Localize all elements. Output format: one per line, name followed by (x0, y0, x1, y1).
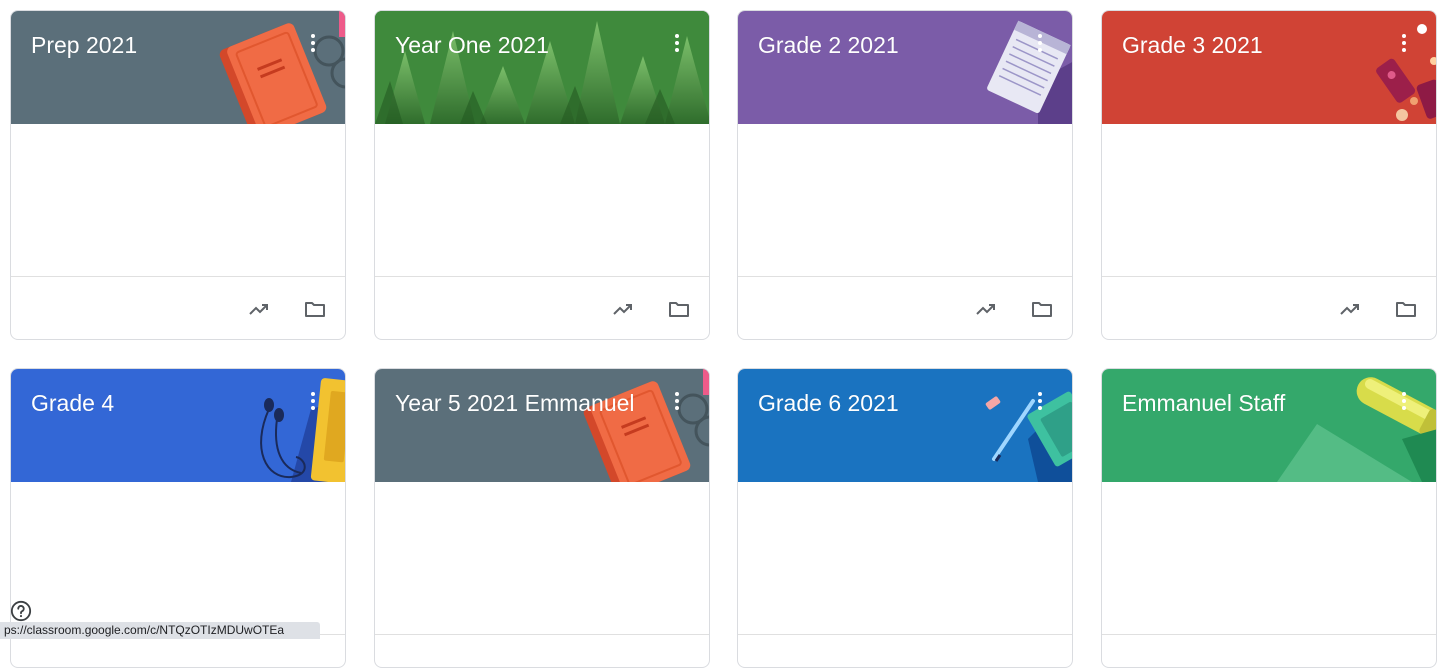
class-card-body (738, 482, 1072, 635)
class-card[interactable]: Grade 2 2021 (737, 10, 1073, 340)
folder-icon[interactable] (303, 297, 327, 321)
class-card-footer (1102, 277, 1436, 339)
class-title[interactable]: Grade 3 2021 (1122, 31, 1263, 59)
class-card-body (738, 124, 1072, 277)
earphones-illustration (260, 378, 345, 482)
class-card-grid: Prep 2021 Year One 2021 Grade 2 2021 Gra… (0, 0, 1445, 668)
class-title[interactable]: Emmanuel Staff (1122, 389, 1285, 417)
status-bar-url: ps://classroom.google.com/c/NTQzOTIzMDUw… (0, 622, 320, 639)
trending-up-icon[interactable] (1338, 297, 1362, 321)
class-card-header[interactable]: Prep 2021 (11, 11, 345, 124)
class-title[interactable]: Year 5 2021 Emmanuel (395, 389, 635, 417)
folder-icon[interactable] (1030, 297, 1054, 321)
class-card-header[interactable]: Grade 3 2021 (1102, 11, 1436, 124)
book-illustration (583, 369, 709, 482)
folder-icon[interactable] (667, 297, 691, 321)
help-circle-icon[interactable] (10, 600, 32, 622)
class-card[interactable]: Grade 6 2021 (737, 368, 1073, 668)
more-vert-icon[interactable] (1028, 389, 1052, 413)
class-card-body (375, 124, 709, 277)
class-card-header[interactable]: Grade 2 2021 (738, 11, 1072, 124)
class-card-header[interactable]: Grade 4 (11, 369, 345, 482)
trending-up-icon[interactable] (974, 297, 998, 321)
class-card[interactable]: Year 5 2021 Emmanuel (374, 368, 710, 668)
trending-up-icon[interactable] (247, 297, 271, 321)
class-card-footer (738, 277, 1072, 339)
class-title[interactable]: Grade 4 (31, 389, 114, 417)
class-card-body (11, 124, 345, 277)
class-card-footer (375, 277, 709, 339)
pens-illustration (985, 391, 1072, 482)
class-card-header[interactable]: Emmanuel Staff (1102, 369, 1436, 482)
class-card[interactable]: Year One 2021 (374, 10, 710, 340)
class-card-header[interactable]: Year One 2021 (375, 11, 709, 124)
class-card-body (1102, 124, 1436, 277)
class-title[interactable]: Grade 2 2021 (758, 31, 899, 59)
class-title[interactable]: Prep 2021 (31, 31, 137, 59)
tube-illustration (1277, 377, 1436, 482)
book-illustration (219, 11, 345, 124)
class-card-header[interactable]: Grade 6 2021 (738, 369, 1072, 482)
pencils-illustration (375, 11, 709, 124)
supplies-illustration (1376, 24, 1436, 121)
class-card-body (1102, 482, 1436, 635)
class-card[interactable]: Prep 2021 (10, 10, 346, 340)
more-vert-icon[interactable] (301, 31, 325, 55)
trending-up-icon[interactable] (611, 297, 635, 321)
class-card[interactable]: Emmanuel Staff (1101, 368, 1437, 668)
class-card-body (11, 482, 345, 635)
notepad-illustration (987, 20, 1072, 124)
class-card-footer (11, 277, 345, 339)
more-vert-icon[interactable] (665, 31, 689, 55)
more-vert-icon[interactable] (301, 389, 325, 413)
folder-icon[interactable] (1394, 297, 1418, 321)
class-card-body (375, 482, 709, 635)
more-vert-icon[interactable] (1028, 31, 1052, 55)
class-title[interactable]: Year One 2021 (395, 31, 549, 59)
class-card-header[interactable]: Year 5 2021 Emmanuel (375, 369, 709, 482)
more-vert-icon[interactable] (1392, 31, 1416, 55)
class-card[interactable]: Grade 3 2021 (1101, 10, 1437, 340)
class-title[interactable]: Grade 6 2021 (758, 389, 899, 417)
more-vert-icon[interactable] (665, 389, 689, 413)
more-vert-icon[interactable] (1392, 389, 1416, 413)
